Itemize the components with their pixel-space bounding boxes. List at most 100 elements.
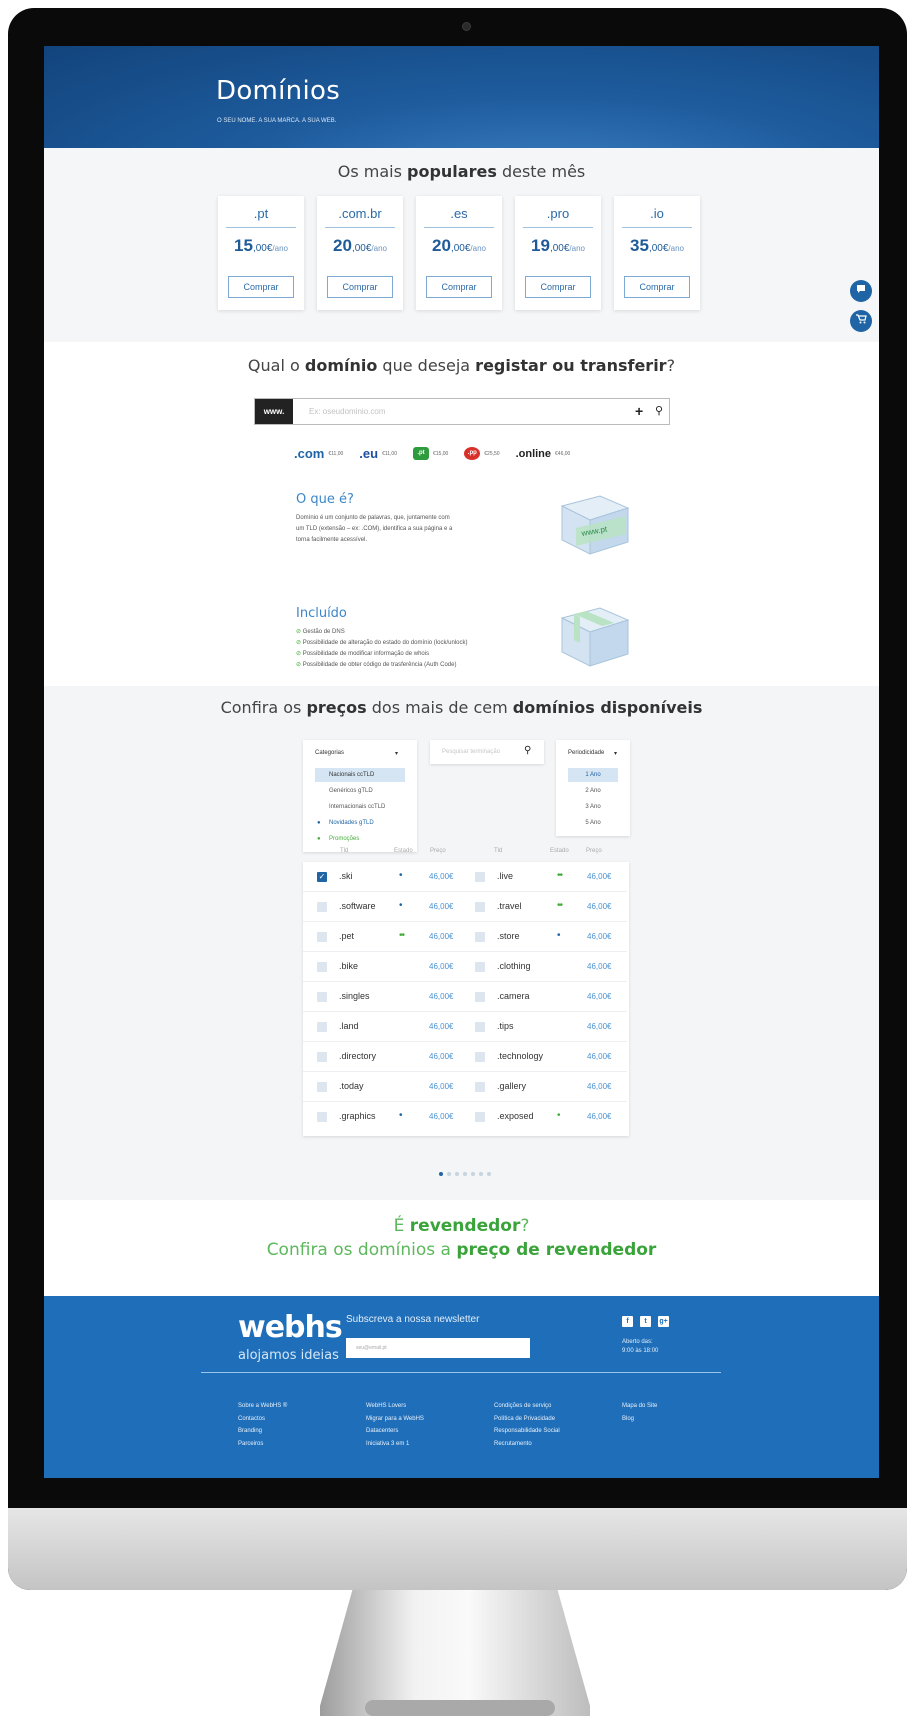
checkbox[interactable]: ✓	[317, 872, 327, 882]
table-row[interactable]: .directory 46,00€	[303, 1042, 465, 1072]
card-extension: .es	[424, 206, 494, 228]
tld-search-input[interactable]: Pesquisar terminação	[442, 749, 500, 755]
footer-link[interactable]: Política de Privacidade	[494, 1413, 560, 1426]
table-row[interactable]: .travel •• 46,00€	[461, 892, 627, 922]
buy-button[interactable]: Comprar	[327, 276, 393, 298]
tld-offer[interactable]: .online €46,00	[516, 448, 571, 460]
period-item[interactable]: 2 Ano	[568, 784, 618, 798]
table-row[interactable]: .graphics • 46,00€	[303, 1102, 465, 1132]
page-dot[interactable]	[439, 1172, 443, 1176]
table-row[interactable]: .bike 46,00€	[303, 952, 465, 982]
table-row[interactable]: .land 46,00€	[303, 1012, 465, 1042]
checkbox[interactable]	[317, 1022, 327, 1032]
footer-link[interactable]: WebHS Lovers	[366, 1400, 424, 1413]
checkbox[interactable]	[475, 1052, 485, 1062]
footer-link[interactable]: Responsabilidade Social	[494, 1425, 560, 1438]
footer-link[interactable]: Sobre a WebHS ®	[238, 1400, 287, 1413]
category-item[interactable]: Nacionais ccTLD	[315, 768, 405, 782]
footer-link[interactable]: Branding	[238, 1425, 287, 1438]
period-dropdown[interactable]: Periodicidade ▾ 1 Ano 2 Ano 3 Ano 5 Ano	[556, 740, 630, 836]
table-row[interactable]: .technology 46,00€	[461, 1042, 627, 1072]
footer-link[interactable]: Mapa do Site	[622, 1400, 657, 1413]
table-row[interactable]: .camera 46,00€	[461, 982, 627, 1012]
buy-button[interactable]: Comprar	[426, 276, 492, 298]
table-row[interactable]: .tips 46,00€	[461, 1012, 627, 1042]
card-extension: .pt	[226, 206, 296, 228]
included-item: ⊘ Possibilidade de alteração do estado d…	[296, 640, 468, 646]
footer-link[interactable]: Contactos	[238, 1413, 287, 1426]
category-item[interactable]: ● Novidades gTLD	[315, 816, 405, 830]
checkbox[interactable]	[475, 1022, 485, 1032]
camera	[462, 22, 471, 31]
footer-column: Mapa do Site Blog	[622, 1400, 657, 1425]
checkbox[interactable]	[475, 992, 485, 1002]
tld-offer[interactable]: .pp €25,50	[464, 447, 500, 460]
footer-link[interactable]: Blog	[622, 1413, 657, 1426]
table-row[interactable]: .gallery 46,00€	[461, 1072, 627, 1102]
chat-icon[interactable]	[850, 280, 872, 302]
category-item[interactable]: Genéricos gTLD	[315, 784, 405, 798]
reseller-section[interactable]: É revendedor? Confira os domínios a preç…	[44, 1200, 879, 1296]
category-item[interactable]: ● Promoções	[315, 832, 405, 846]
checkbox[interactable]	[475, 932, 485, 942]
table-row[interactable]: .clothing 46,00€	[461, 952, 627, 982]
checkbox[interactable]	[317, 962, 327, 972]
tld-offer[interactable]: .pt €15,00	[412, 447, 448, 460]
buy-button[interactable]: Comprar	[228, 276, 294, 298]
checkbox[interactable]	[475, 1082, 485, 1092]
period-item[interactable]: 3 Ano	[568, 800, 618, 814]
footer-link[interactable]: Migrar para a WebHS	[366, 1413, 424, 1426]
domain-card: .io 35,00€/ano Comprar	[614, 196, 700, 310]
period-item[interactable]: 5 Ano	[568, 816, 618, 830]
checkbox[interactable]	[317, 932, 327, 942]
categories-dropdown[interactable]: Categorias ▾ Nacionais ccTLD Genéricos g…	[303, 740, 417, 852]
buy-button[interactable]: Comprar	[525, 276, 591, 298]
tld-offer[interactable]: .eu €11,00	[359, 446, 397, 461]
footer-link[interactable]: Recrutamento	[494, 1438, 560, 1451]
table-row[interactable]: ✓ .ski • 46,00€	[303, 862, 465, 892]
tld-offers: .com €11,00 .eu €11,00 .pt €15,00 .pp €25,50…	[294, 446, 570, 461]
domain-search-input[interactable]: Ex: oseudominio.com	[309, 407, 385, 416]
checkbox[interactable]	[475, 902, 485, 912]
table-row[interactable]: .exposed • 46,00€	[461, 1102, 627, 1132]
period-item[interactable]: 1 Ano	[568, 768, 618, 782]
plus-icon[interactable]: +	[635, 403, 643, 419]
webhs-logo[interactable]: webhs	[238, 1310, 343, 1345]
checkbox[interactable]	[475, 962, 485, 972]
page-dot[interactable]	[447, 1172, 451, 1176]
twitter-icon[interactable]: t	[640, 1316, 651, 1327]
footer-link[interactable]: Condições de serviço	[494, 1400, 560, 1413]
tld-offer[interactable]: .com €11,00	[294, 446, 343, 461]
newsletter-email-field[interactable]: seu@email.pt	[346, 1338, 530, 1358]
search-icon[interactable]: ⚲	[524, 745, 531, 756]
category-item[interactable]: Internacionais ccTLD	[315, 800, 405, 814]
checkbox[interactable]	[317, 902, 327, 912]
table-row[interactable]: .today 46,00€	[303, 1072, 465, 1102]
card-price: 15,00€/ano	[234, 236, 288, 255]
table-row[interactable]: .pet •• 46,00€	[303, 922, 465, 952]
checkbox[interactable]	[317, 1082, 327, 1092]
page-dot[interactable]	[487, 1172, 491, 1176]
google-plus-icon[interactable]: g+	[658, 1316, 669, 1327]
facebook-icon[interactable]: f	[622, 1316, 633, 1327]
checkbox[interactable]	[317, 1052, 327, 1062]
footer-link[interactable]: Parceiros	[238, 1438, 287, 1451]
search-icon[interactable]: ⚲	[655, 404, 663, 417]
checkbox[interactable]	[317, 1112, 327, 1122]
table-row[interactable]: .store • 46,00€	[461, 922, 627, 952]
table-row[interactable]: .singles 46,00€	[303, 982, 465, 1012]
footer-link[interactable]: Datacenters	[366, 1425, 424, 1438]
page-dot[interactable]	[455, 1172, 459, 1176]
page-dot[interactable]	[479, 1172, 483, 1176]
checkbox[interactable]	[317, 992, 327, 1002]
buy-button[interactable]: Comprar	[624, 276, 690, 298]
footer-link[interactable]: Iniciativa 3 em 1	[366, 1438, 424, 1451]
page-dot[interactable]	[463, 1172, 467, 1176]
cart-icon[interactable]	[850, 310, 872, 332]
table-row[interactable]: .live •• 46,00€	[461, 862, 627, 892]
page-dot[interactable]	[471, 1172, 475, 1176]
table-row[interactable]: .software • 46,00€	[303, 892, 465, 922]
reseller-link[interactable]: Confira os domínios a preço de revendedo…	[44, 1240, 879, 1260]
checkbox[interactable]	[475, 1112, 485, 1122]
checkbox[interactable]	[475, 872, 485, 882]
